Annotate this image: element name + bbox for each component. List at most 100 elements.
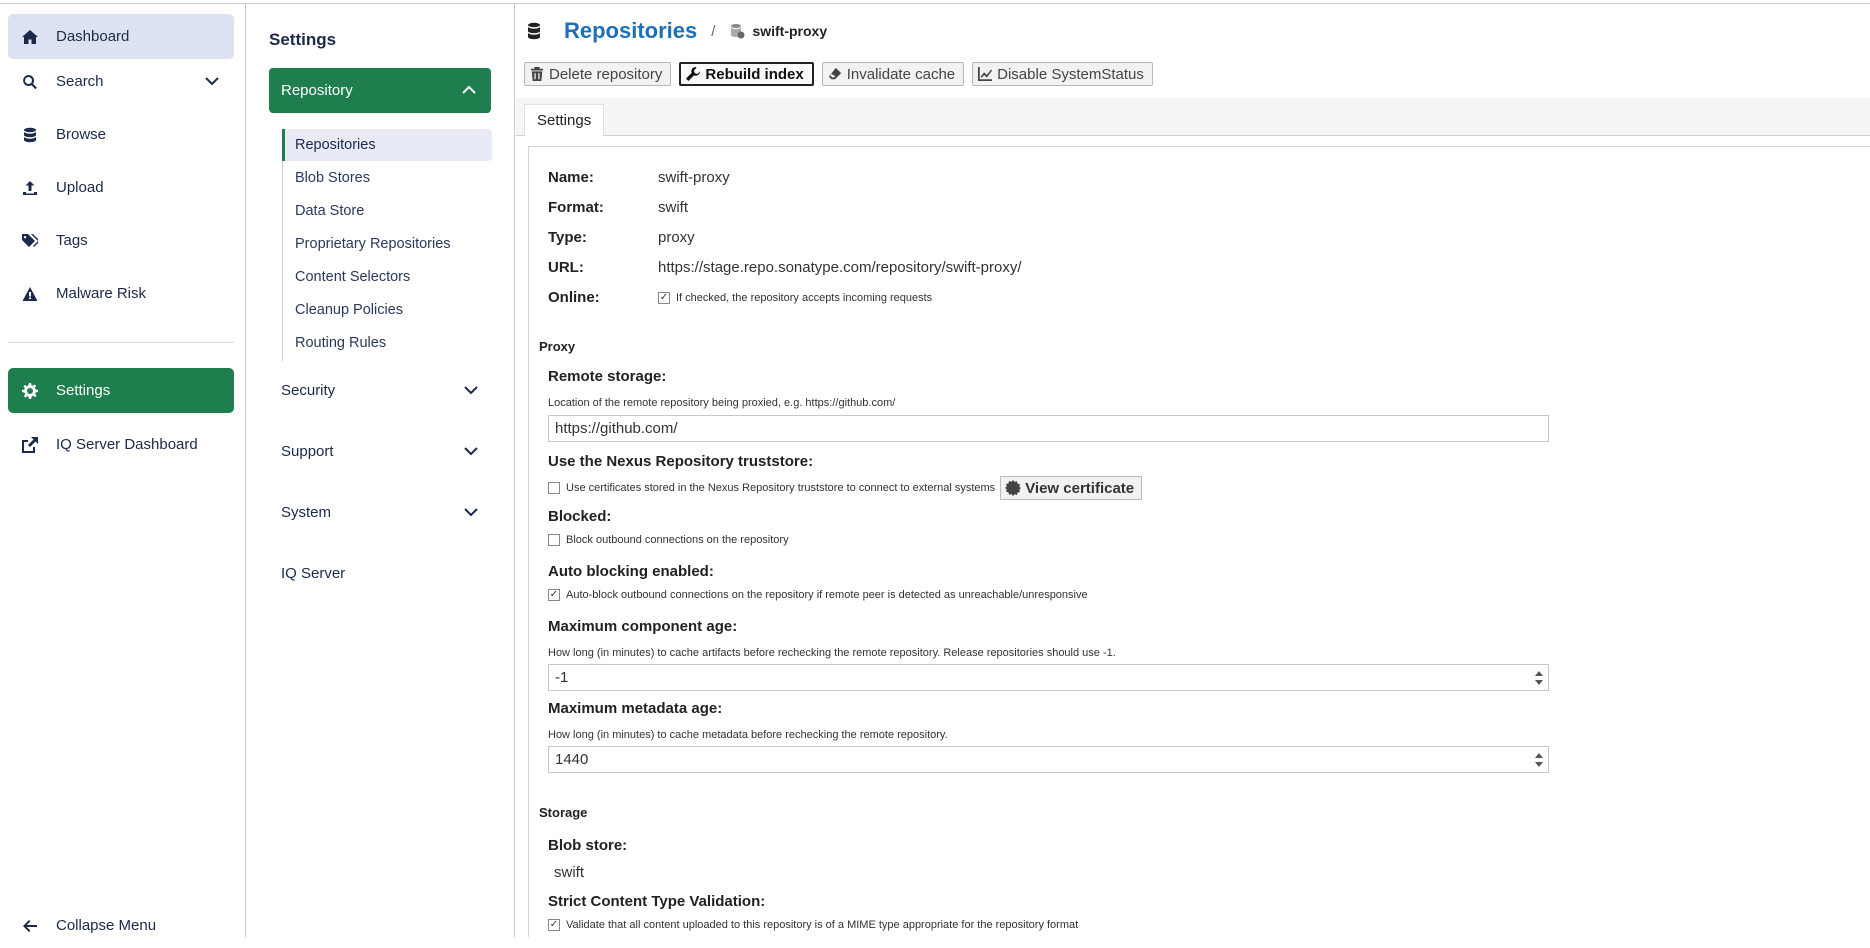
main-content: Repositories / swift-proxy Delete reposi… [516,4,1870,937]
delete-repository-button[interactable]: Delete repository [524,62,672,86]
nav-malware-risk[interactable]: Malware Risk [8,271,234,316]
submenu-data-store[interactable]: Data Store [282,195,492,227]
group-label: Security [281,381,336,399]
repository-form: Name: swift-proxy Format: swift Type: pr… [528,146,1870,937]
nav-collapse-menu[interactable]: Collapse Menu [8,903,234,948]
truststore-label: Use the Nexus Repository truststore: [548,453,814,470]
max-metadata-age-input[interactable]: 1440 [548,746,1549,773]
repository-url[interactable]: https://stage.repo.sonatype.com/reposito… [658,259,1022,276]
nav-label: Browse [56,126,107,143]
warning-icon [21,285,39,303]
group-security[interactable]: Security [269,370,491,410]
submenu-blob-stores[interactable]: Blob Stores [282,162,492,194]
view-certificate-button[interactable]: View certificate [1000,476,1143,500]
group-system[interactable]: System [269,492,491,532]
spinner-arrows-icon[interactable] [1534,669,1544,687]
max-component-age-label: Maximum component age: [548,618,738,635]
group-support[interactable]: Support [269,431,491,471]
field-label: Format: [548,199,604,216]
arrow-left-icon [21,917,39,935]
rebuild-index-button[interactable]: Rebuild index [679,62,814,86]
certificate-icon [1005,480,1022,496]
max-component-age-input[interactable]: -1 [548,664,1549,691]
nav-divider [8,342,234,343]
field-label: Type: [548,229,587,246]
disable-systemstatus-button[interactable]: Disable SystemStatus [972,62,1153,86]
button-label: Delete repository [549,65,663,83]
external-link-icon [21,436,39,454]
group-label: System [281,503,332,521]
field-label: Name: [548,169,594,186]
nav-search[interactable]: Search [8,59,234,104]
group-label: IQ Server [281,564,346,582]
chevron-down-icon[interactable] [204,73,220,89]
breadcrumb-current: swift-proxy [729,23,827,39]
max-component-age-help: How long (in minutes) to cache artifacts… [548,647,1116,659]
panel-title: Settings [269,30,337,49]
breadcrumb-separator: / [711,22,716,40]
truststore-checkbox[interactable] [548,482,560,494]
group-iq-server[interactable]: IQ Server [269,553,491,593]
gear-icon [21,382,39,400]
max-metadata-age-label: Maximum metadata age: [548,700,723,717]
online-checkbox[interactable]: ✓ [658,291,670,304]
trash-icon [530,67,544,81]
nav-iq-server-dashboard[interactable]: IQ Server Dashboard [8,422,234,467]
nav-label: IQ Server Dashboard [56,436,198,453]
main-navigation: Dashboard Search Browse Upload Tags Malw… [0,4,246,937]
proxy-section-title: Proxy [539,339,576,354]
nav-browse[interactable]: Browse [8,112,234,157]
upload-icon [21,179,39,197]
database-icon [21,126,39,144]
invalidate-cache-button[interactable]: Invalidate cache [821,62,965,86]
nav-label: Search [56,73,104,90]
online-help: If checked, the repository accepts incom… [676,291,933,304]
remote-storage-input[interactable]: https://github.com/ [548,415,1549,442]
submenu-proprietary-repositories[interactable]: Proprietary Repositories [282,228,492,260]
submenu-cleanup-policies[interactable]: Cleanup Policies [282,294,492,326]
nav-label: Collapse Menu [56,917,157,934]
submenu-routing-rules[interactable]: Routing Rules [282,327,492,359]
nav-settings[interactable]: Settings [8,368,234,413]
field-url: URL: https://stage.repo.sonatype.com/rep… [548,259,1022,276]
settings-panel: Settings Repository Repositories Blob St… [247,4,515,937]
strict-content-label: Strict Content Type Validation: [548,893,766,910]
field-value: swift-proxy [658,169,730,186]
breadcrumb: Repositories / swift-proxy [526,16,827,46]
blocked-checkbox[interactable] [548,534,560,546]
group-label: Support [281,442,334,460]
blob-store-label: Blob store: [548,837,628,854]
line-chart-icon [978,67,993,81]
chevron-down-icon [464,386,478,395]
button-label: View certificate [1025,479,1135,497]
nav-label: Dashboard [56,28,130,45]
tab-settings[interactable]: Settings [524,104,605,136]
truststore-help: Use certificates stored in the Nexus Rep… [566,482,996,494]
home-icon [21,28,39,46]
chevron-down-icon [464,447,478,456]
truststore-row: Use certificates stored in the Nexus Rep… [548,476,1143,500]
nav-label: Upload [56,179,104,196]
toolbar: Delete repository Rebuild index Invalida… [524,62,1153,86]
submenu-content-selectors[interactable]: Content Selectors [282,261,492,293]
nav-label: Settings [56,382,111,399]
field-value: swift [658,199,688,216]
field-name: Name: swift-proxy [548,169,730,186]
repository-group-toggle[interactable]: Repository [269,68,491,113]
button-label: Disable SystemStatus [997,65,1144,83]
page-title[interactable]: Repositories [564,18,697,44]
nav-label: Tags [56,232,88,249]
auto-blocking-checkbox[interactable]: ✓ [548,589,560,601]
strict-content-row: ✓ Validate that all content uploaded to … [548,919,1078,931]
submenu-repositories[interactable]: Repositories [282,129,492,161]
max-metadata-age-help: How long (in minutes) to cache metadata … [548,729,948,741]
nav-upload[interactable]: Upload [8,165,234,210]
auto-blocking-row: ✓ Auto-block outbound connections on the… [548,589,1088,601]
nav-tags[interactable]: Tags [8,218,234,263]
nav-dashboard[interactable]: Dashboard [8,14,234,59]
chevron-up-icon [462,85,476,94]
field-type: Type: proxy [548,229,695,246]
strict-content-checkbox[interactable]: ✓ [548,919,560,931]
spinner-arrows-icon[interactable] [1534,751,1544,769]
group-label: Repository [281,82,353,99]
